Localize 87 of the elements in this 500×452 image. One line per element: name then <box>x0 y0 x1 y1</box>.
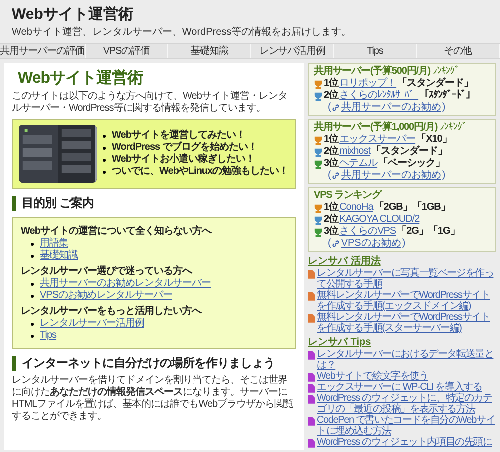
post-link[interactable]: WordPress のウィジェット内項目の先頭に <box>317 437 492 448</box>
bullet-icon <box>103 158 106 162</box>
guide-link[interactable]: レンタルサーバー活用例 <box>40 318 144 330</box>
host-link[interactable]: さくらのVPS <box>340 226 396 238</box>
link-icon <box>332 104 340 112</box>
ranking-suffix: ﾗﾝｷﾝｸﾞ <box>432 65 460 78</box>
nav-item[interactable]: VPSの評価 <box>86 44 168 58</box>
rank-label: 2位 <box>324 90 339 102</box>
plan-label: 「2GB」「1GB」 <box>374 202 450 214</box>
more-link[interactable]: 共用サーバーのお勧め <box>341 102 442 114</box>
link-icon <box>332 240 340 248</box>
ranking-title: VPS ランキング <box>314 189 382 202</box>
paren-text: ) <box>442 102 446 114</box>
rank-label: 2位 <box>324 214 339 226</box>
more-link[interactable]: VPSのお勧め <box>341 238 402 250</box>
site-title[interactable]: Webサイト運営術 <box>12 6 488 24</box>
bullet-icon <box>31 294 34 298</box>
bullet-icon <box>103 134 106 138</box>
rank-label: 3位 <box>324 226 339 238</box>
plan-label: 「スタンダード」 <box>398 78 474 89</box>
paren-text: ( <box>328 170 332 182</box>
paren-text: ) <box>442 170 446 182</box>
bullet-text: ついでに、WebやLinuxの勉強もしたい！ <box>112 166 289 178</box>
group-title: Webサイトの運営について全く知らない方へ <box>21 226 213 238</box>
post-link[interactable]: エックスサーバーに WP-CLI を導入する <box>317 382 482 393</box>
rank-label: 3位 <box>324 158 339 170</box>
nav-item[interactable]: 共用サーバーの評価 <box>0 44 86 58</box>
rank-label: 2位 <box>324 146 339 158</box>
bullet-icon <box>31 322 34 326</box>
host-link[interactable]: エックスサーバー <box>340 134 416 146</box>
bullet-text: Webサイトお小遣い稼ぎしたい！ <box>112 154 255 166</box>
guide-link[interactable]: 共用サーバーのお勧めレンタルサーバー <box>40 278 211 290</box>
section-heading: インターネットに自分だけの場所を作りましょう <box>12 356 296 371</box>
bullet-icon <box>31 282 34 286</box>
host-link[interactable]: mixhost <box>340 146 371 158</box>
plan-label: 「ベーシック」 <box>378 158 446 170</box>
host-link[interactable]: ConoHa <box>340 202 374 214</box>
nav-item[interactable]: Tips <box>334 44 418 58</box>
bullet-icon <box>31 334 34 338</box>
bullet-text: Webサイトを運営してみたい！ <box>112 130 246 142</box>
guide-link[interactable]: 用語集 <box>40 238 68 250</box>
bullet-icon <box>31 254 34 258</box>
nav-item[interactable]: その他 <box>417 44 500 58</box>
site-tagline: Webサイト運営、レンタルサーバー、WordPress等の情報をお届けします。 <box>12 27 353 39</box>
nav-item[interactable]: 基礎知識 <box>168 44 252 58</box>
post-link[interactable]: Webサイトで絵文字を使う <box>317 371 428 382</box>
post-link[interactable]: レンタルサーバーに写真一覧ページを作って公開する手順 <box>317 268 496 290</box>
bullet-text: WordPress でブログを始めたい！ <box>112 142 258 154</box>
paren-text: ) <box>402 238 406 250</box>
guide-link[interactable]: VPSのお勧めレンタルサーバー <box>40 290 173 302</box>
post-link[interactable]: 無料レンタルサーバーでWordPressサイトを作成する手順(エックスドメイン編) <box>317 290 496 312</box>
bullet-icon <box>103 146 106 150</box>
rank-label: 1位 <box>324 134 339 146</box>
host-link[interactable]: ヘテムル <box>340 158 378 170</box>
post-link[interactable]: WordPress のウィジェットに、特定のカテゴリの「最近の投稿」を表示する方法 <box>317 393 496 415</box>
host-link[interactable]: さくらのﾚﾝﾀﾙｻｰﾊﾞｰ <box>340 90 419 102</box>
host-link[interactable]: ロリポップ！ <box>340 78 397 90</box>
link-icon <box>332 172 340 180</box>
host-link[interactable]: KAGOYA CLOUD/2 <box>340 214 420 226</box>
group-title: レンタルサーバー選びで迷っている方へ <box>21 266 194 278</box>
ranking-title: 共用サーバー(予算500円/月) <box>314 65 431 78</box>
more-link[interactable]: 共用サーバーのお勧め <box>341 170 442 182</box>
intro-text: このサイトは以下のような方へ向けて、Webサイト運営・レンタルサーバー・WordPress等に関する情報を発信しています。 <box>12 91 288 115</box>
paren-text: ( <box>328 102 332 114</box>
rank-label: 1位 <box>324 202 339 214</box>
plan-label: 「X10」 <box>416 134 452 146</box>
group-title: レンタルサーバーをもっと活用したい方へ <box>21 306 203 318</box>
ranking-title: 共用サーバー(予算1,000円/月) <box>314 121 438 134</box>
rank-label: 1位 <box>324 78 339 90</box>
bullet-icon <box>31 242 34 246</box>
post-link[interactable]: 無料レンタルサーバーでWordPressサイトを作成する手順(スターサーバー編) <box>317 312 496 334</box>
page-title: Webサイト運営術 <box>17 69 144 89</box>
ranking-suffix: ﾗﾝｷﾝｸﾞ <box>440 121 467 134</box>
section-title: レンサバ 活用法 <box>308 255 382 268</box>
plan-label: 「スタンダード」 <box>372 146 448 158</box>
post-link[interactable]: レンタルサーバーにおけるデータ転送量とは？ <box>317 349 496 371</box>
nav-item[interactable]: レンサバ活用例 <box>251 44 334 58</box>
guide-link[interactable]: Tips <box>40 330 57 342</box>
bullet-icon <box>103 170 106 174</box>
plan-label: 「ｽﾀﾝﾀﾞｰﾄﾞ」 <box>420 90 476 102</box>
paren-text: ( <box>328 238 332 250</box>
post-link[interactable]: CodePen で書いたコードを自分のWebサイトに埋め込む方法 <box>317 415 496 437</box>
plan-label: 「2G」「1G」 <box>397 226 460 238</box>
section-title: レンサバ Tips <box>308 336 372 349</box>
guide-link[interactable]: 基礎知識 <box>40 250 78 262</box>
section-text: レンタルサーバーを借りてドメインを割り当てたら、そこは世界に向けたあなただけの情報発信スペースになります。サーバーにHTMLファイルを置けば、基本的には誰でもWebブラウザから閲覧することができます。 <box>12 375 295 423</box>
section-heading: 目的別 ご案内 <box>12 196 296 211</box>
